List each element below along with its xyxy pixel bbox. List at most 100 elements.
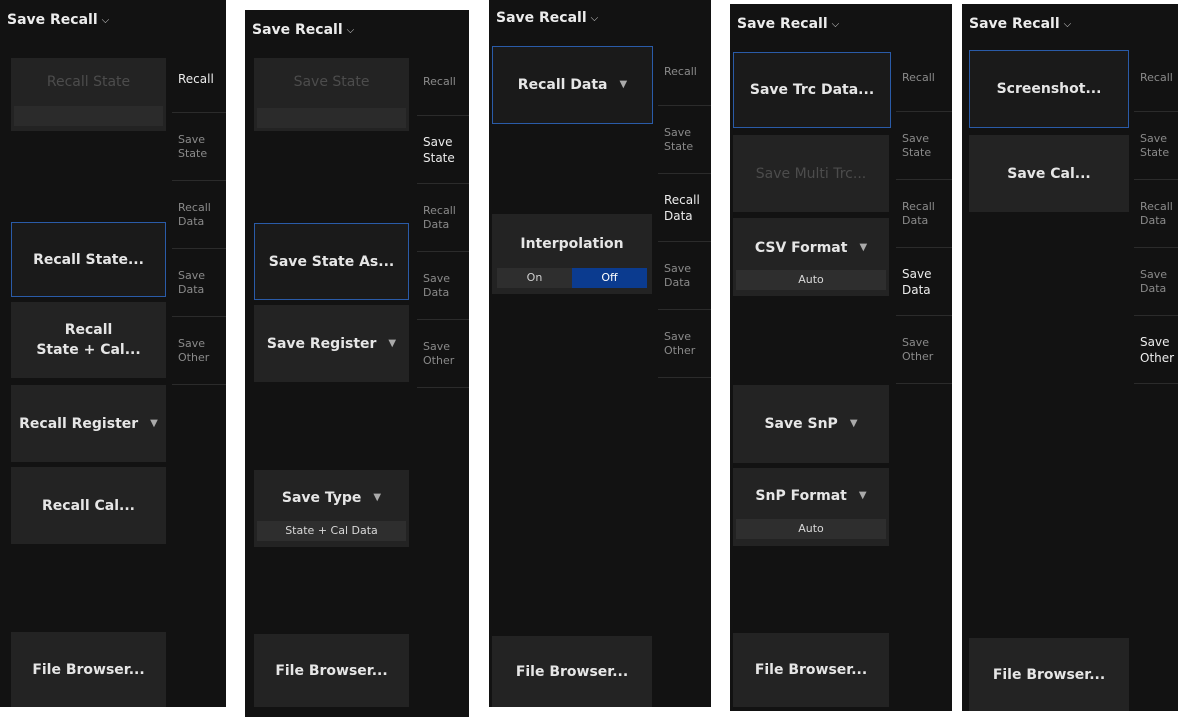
menu-title: Save Recall (252, 22, 343, 38)
tab-label: Save State (423, 134, 455, 165)
save-multi-trc-button: Save Multi Trc... (733, 135, 889, 212)
file-browser-label: File Browser... (992, 666, 1106, 683)
recall-register-dropdown[interactable]: Recall Register ▼ (11, 385, 166, 462)
file-browser-label: File Browser... (515, 663, 629, 680)
menu-header[interactable]: Save Recall ⌵ (962, 4, 1178, 44)
recall-state-cal-button[interactable]: Recall State + Cal... (11, 302, 166, 378)
tab-recall-data[interactable]: Recall Data (417, 184, 469, 252)
save-multi-trc-label: Save Multi Trc... (755, 165, 867, 182)
panel-save-state: Save Recall ⌵ Save State Save State As...… (245, 10, 469, 717)
save-cal-button[interactable]: Save Cal... (969, 135, 1129, 212)
recall-state-button[interactable]: Recall State... (11, 222, 166, 297)
dropdown-arrow-icon: ▼ (849, 418, 858, 429)
chevron-down-icon: ⌵ (101, 15, 110, 26)
tab-save-other[interactable]: Save Other (1134, 316, 1178, 384)
tab-recall-data[interactable]: Recall Data (1134, 180, 1178, 248)
tab-label: Save State (178, 132, 208, 160)
save-snp-dropdown[interactable]: Save SnP ▼ (733, 385, 889, 463)
save-state-as-button[interactable]: Save State As... (254, 223, 409, 300)
tab-save-other[interactable]: Save Other (417, 320, 469, 388)
file-browser-label: File Browser... (754, 662, 868, 678)
save-trc-data-button[interactable]: Save Trc Data... (733, 52, 891, 128)
tab-recall[interactable]: Recall (172, 45, 226, 113)
tab-label: Save Data (902, 266, 932, 297)
toggle-on-option[interactable]: On (497, 268, 572, 288)
tab-save-data[interactable]: Save Data (172, 249, 226, 317)
save-cal-label: Save Cal... (1007, 165, 1091, 182)
tab-recall[interactable]: Recall (1134, 44, 1178, 112)
tab-label: Recall Data (1140, 199, 1173, 227)
save-type-value-text: State + Cal Data (285, 524, 378, 537)
csv-format-value-text: Auto (798, 273, 824, 286)
tab-save-state[interactable]: Save State (417, 116, 469, 184)
tab-save-other[interactable]: Save Other (172, 317, 226, 385)
dropdown-arrow-icon: ▼ (859, 242, 868, 253)
menu-header[interactable]: Save Recall ⌵ (489, 0, 711, 34)
file-browser-button[interactable]: File Browser... (733, 633, 889, 707)
tab-recall-data[interactable]: Recall Data (658, 174, 711, 242)
tab-label: Save Other (902, 335, 934, 363)
tab-label: Save Other (664, 329, 696, 357)
recall-state-value (14, 106, 163, 126)
tab-save-data[interactable]: Save Data (1134, 248, 1178, 316)
tab-label: Recall (664, 64, 697, 78)
recall-data-dropdown[interactable]: Recall Data ▼ (492, 46, 653, 124)
tab-label: Recall Data (902, 199, 935, 227)
save-register-dropdown[interactable]: Save Register ▼ (254, 305, 409, 382)
menu-title: Save Recall (969, 16, 1060, 32)
recall-cal-label: Recall Cal... (42, 497, 135, 514)
panel-recall: Save Recall ⌵ Recall State Recall State..… (0, 0, 226, 707)
recall-data-label: Recall Data (517, 77, 608, 93)
tab-save-data[interactable]: Save Data (896, 248, 952, 316)
dropdown-arrow-icon: ▼ (858, 490, 867, 501)
tab-label: Save Other (1140, 334, 1175, 365)
file-browser-button[interactable]: File Browser... (492, 636, 652, 707)
recall-cal-button[interactable]: Recall Cal... (11, 467, 166, 544)
tab-label: Recall Data (423, 203, 456, 231)
tab-save-data[interactable]: Save Data (658, 242, 711, 310)
snp-format-value-text: Auto (798, 522, 824, 535)
panel-recall-data: Save Recall ⌵ Recall Data ▼ Interpolation … (489, 0, 711, 707)
tab-label: Recall (423, 74, 456, 88)
tab-save-other[interactable]: Save Other (658, 310, 711, 378)
file-browser-button[interactable]: File Browser... (11, 632, 166, 707)
chevron-down-icon: ⌵ (1063, 19, 1072, 30)
tab-recall[interactable]: Recall (896, 44, 952, 112)
chevron-down-icon: ⌵ (590, 13, 599, 24)
save-snp-label: Save SnP (764, 416, 838, 432)
tab-recall-data[interactable]: Recall Data (896, 180, 952, 248)
tab-save-other[interactable]: Save Other (896, 316, 952, 384)
dropdown-arrow-icon: ▼ (388, 337, 397, 349)
tab-save-state[interactable]: Save State (658, 106, 711, 174)
tab-recall[interactable]: Recall (417, 48, 469, 116)
recall-state-cal-label: Recall State + Cal... (36, 322, 141, 358)
snp-format-value: Auto (736, 519, 886, 539)
screenshot-button[interactable]: Screenshot... (969, 50, 1129, 128)
tab-label: Save State (902, 131, 932, 159)
file-browser-button[interactable]: File Browser... (254, 634, 409, 707)
chevron-down-icon: ⌵ (346, 25, 355, 36)
menu-header[interactable]: Save Recall ⌵ (245, 10, 469, 50)
save-state-as-label: Save State As... (268, 253, 395, 270)
tab-save-state[interactable]: Save State (172, 113, 226, 181)
recall-state-button-label: Recall State... (33, 251, 144, 268)
tab-recall-data[interactable]: Recall Data (172, 181, 226, 249)
menu-header[interactable]: Save Recall ⌵ (730, 4, 952, 44)
tab-save-state[interactable]: Save State (896, 112, 952, 180)
interpolation-toggle[interactable]: On Off (497, 268, 647, 288)
menu-header[interactable]: Save Recall ⌵ (0, 0, 226, 40)
tab-label: Save Data (423, 271, 451, 299)
tab-label: Save Data (1140, 267, 1168, 295)
save-state-label: Save State (293, 74, 370, 90)
tab-save-data[interactable]: Save Data (417, 252, 469, 320)
tab-save-state[interactable]: Save State (1134, 112, 1178, 180)
save-state-value (257, 108, 406, 128)
save-trc-data-label: Save Trc Data... (749, 82, 875, 98)
menu-title: Save Recall (737, 16, 828, 32)
tab-label: Save Data (664, 261, 692, 289)
toggle-off-option[interactable]: Off (572, 268, 647, 288)
tab-recall[interactable]: Recall (658, 38, 711, 106)
file-browser-button[interactable]: File Browser... (969, 638, 1129, 711)
save-register-label: Save Register (266, 335, 377, 352)
screenshot-label: Screenshot... (996, 81, 1102, 97)
